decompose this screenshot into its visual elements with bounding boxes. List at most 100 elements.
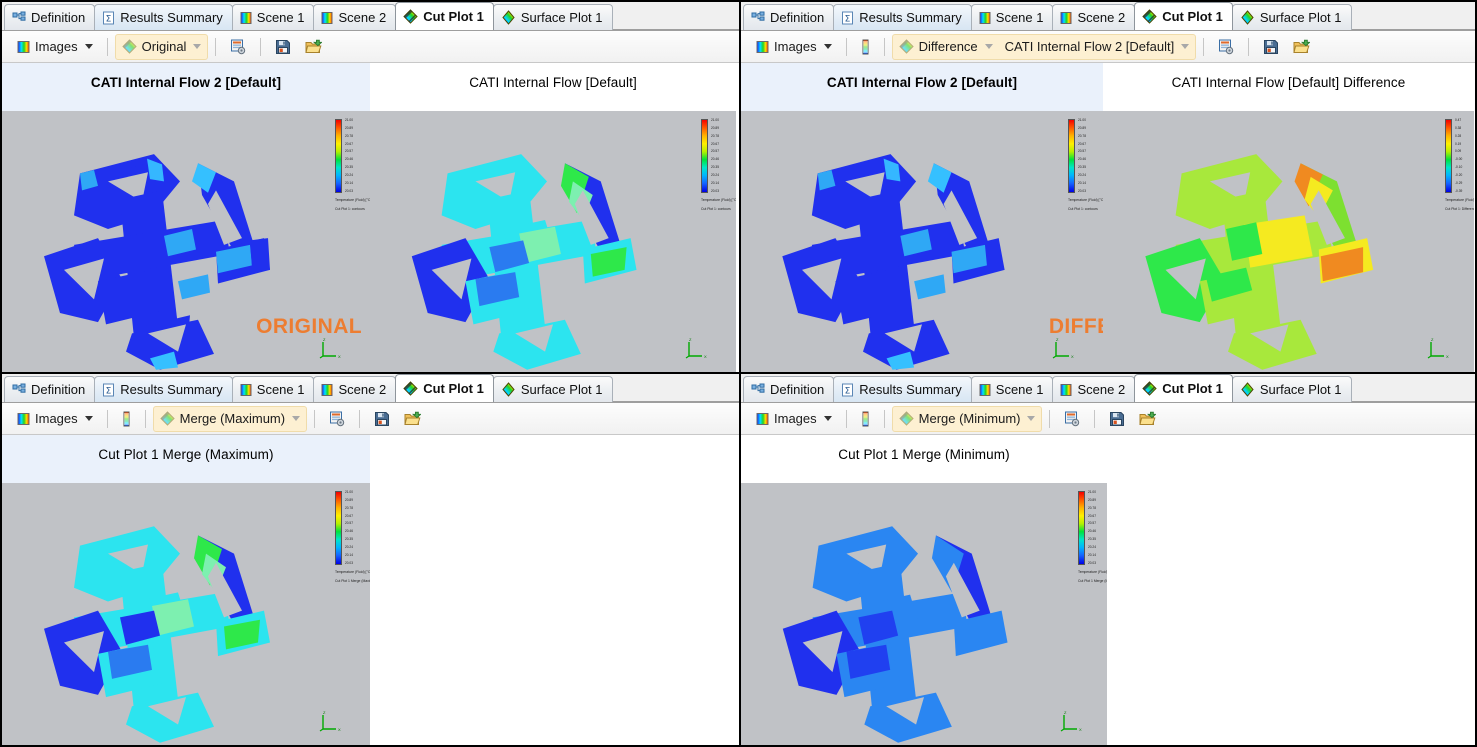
- color-legend: 0.47 0.38 0.28 0.19 0.09 -0.00 -0.10 -0.…: [1445, 118, 1474, 211]
- mode-dropdown[interactable]: Original: [114, 33, 209, 60]
- tab-strip: Definition Σ Results Summary Scene 1 Sce…: [2, 374, 739, 403]
- images-button[interactable]: Images: [749, 406, 839, 432]
- tab-surface-plot-1[interactable]: Surface Plot 1: [492, 4, 613, 30]
- tab-scene-1[interactable]: Scene 1: [231, 376, 315, 402]
- tab-label: Scene 2: [1077, 10, 1126, 25]
- viewport-right[interactable]: CATI Internal Flow [Default] 21.00 20.89…: [370, 63, 736, 372]
- open-button[interactable]: [298, 34, 329, 60]
- images-button[interactable]: Images: [10, 406, 100, 432]
- tab-cut-plot-1[interactable]: Cut Plot 1: [1134, 374, 1233, 402]
- color-legend: 21.00 20.89 20.78 20.67 20.57 20.46 20.3…: [1078, 490, 1107, 583]
- plot-toolbar: Images Original: [2, 31, 739, 63]
- tab-definition[interactable]: Definition: [4, 376, 96, 402]
- colorbar-title: Temperature (Fluid) [°C]: [1078, 570, 1107, 574]
- svg-text:X: X: [338, 354, 341, 359]
- viewport-canvas[interactable]: 21.00 20.89 20.78 20.67 20.57 20.46 20.3…: [741, 483, 1107, 745]
- source-label: CATI Internal Flow 2 [Default]: [1004, 39, 1175, 54]
- images-label: Images: [35, 39, 78, 54]
- colorbar-button[interactable]: [854, 34, 877, 60]
- tab-label: Definition: [31, 10, 86, 25]
- tab-results-summary[interactable]: Σ Results Summary: [94, 376, 233, 402]
- tab-scene-2[interactable]: Scene 2: [313, 4, 397, 30]
- sigma-document-icon: Σ: [102, 11, 115, 25]
- tab-results-summary[interactable]: Σ Results Summary: [833, 4, 972, 30]
- save-button[interactable]: [1102, 406, 1132, 432]
- colorbar-button[interactable]: [115, 406, 138, 432]
- plot-settings-button[interactable]: [1211, 34, 1241, 60]
- colorbar-strip: [335, 119, 342, 193]
- open-folder-icon: [1293, 39, 1312, 55]
- tab-cut-plot-1[interactable]: Cut Plot 1: [395, 374, 494, 402]
- toolbar-separator: [260, 37, 262, 56]
- plot-settings-button[interactable]: [1057, 406, 1087, 432]
- open-button[interactable]: [1286, 34, 1317, 60]
- viewport-canvas[interactable]: 21.00 20.89 20.78 20.67 20.57 20.46 20.3…: [741, 111, 1103, 372]
- chevron-down-icon: [84, 44, 93, 49]
- tab-surface-plot-1[interactable]: Surface Plot 1: [1231, 376, 1352, 402]
- viewport-canvas[interactable]: 21.00 20.89 20.78 20.67 20.57 20.46 20.3…: [2, 111, 370, 372]
- colorbar-button[interactable]: [854, 406, 877, 432]
- tab-label: Surface Plot 1: [520, 382, 603, 397]
- plot-settings-button[interactable]: [322, 406, 352, 432]
- plot-settings-button[interactable]: [223, 34, 253, 60]
- tab-cut-plot-1[interactable]: Cut Plot 1: [1134, 2, 1233, 30]
- mode-label: Merge (Maximum): [179, 411, 286, 426]
- svg-text:Σ: Σ: [106, 14, 112, 24]
- viewport-right-empty: [1107, 435, 1472, 745]
- open-folder-icon: [1139, 411, 1158, 427]
- tab-scene-1[interactable]: Scene 1: [231, 4, 315, 30]
- tab-results-summary[interactable]: Σ Results Summary: [94, 4, 233, 30]
- colorbar-subtitle: Cut Plot 1: contours: [1068, 207, 1098, 211]
- colorbar-title: Temperature (Fluid) [°C]: [335, 570, 370, 574]
- tab-surface-plot-1[interactable]: Surface Plot 1: [492, 376, 613, 402]
- viewport-title: Cut Plot 1 Merge (Maximum): [98, 447, 274, 462]
- toolbar-separator: [359, 409, 361, 428]
- viewport-canvas[interactable]: 21.00 20.89 20.78 20.67 20.57 20.46 20.3…: [370, 111, 736, 372]
- plot-body: CATI Internal Flow 2 [Default] 21.00 20.…: [741, 63, 1475, 372]
- tab-label: Cut Plot 1: [1162, 9, 1223, 24]
- viewport-canvas[interactable]: 0.47 0.38 0.28 0.19 0.09 -0.00 -0.10 -0.…: [1103, 111, 1474, 372]
- tab-definition[interactable]: Definition: [743, 376, 835, 402]
- plot-settings-icon: [1064, 411, 1080, 427]
- rainbow-bar-icon: [756, 412, 769, 426]
- mode-dropdown[interactable]: Difference CATI Internal Flow 2 [Default…: [891, 33, 1197, 60]
- save-button[interactable]: [1256, 34, 1286, 60]
- tab-results-summary[interactable]: Σ Results Summary: [833, 376, 972, 402]
- viewport-canvas[interactable]: 21.00 20.89 20.78 20.67 20.57 20.46 20.3…: [2, 483, 370, 745]
- rainbow-bar-icon: [1060, 11, 1072, 25]
- viewport-left[interactable]: Cut Plot 1 Merge (Maximum) 21.00 20.89 2…: [2, 435, 370, 745]
- colorbar-subtitle: Cut Plot 1: contours: [701, 207, 731, 211]
- colorbar-strip: [1445, 119, 1452, 193]
- panel-annotation: DIFFERENCE: [1048, 315, 1103, 339]
- mode-dropdown[interactable]: Merge (Maximum): [152, 405, 308, 432]
- open-button[interactable]: [397, 406, 428, 432]
- viewport-right[interactable]: CATI Internal Flow [Default] Difference: [1103, 63, 1474, 372]
- tab-definition[interactable]: Definition: [743, 4, 835, 30]
- viewport-left[interactable]: CATI Internal Flow 2 [Default] 21.00 20.…: [2, 63, 370, 372]
- rainbow-bar-icon: [979, 383, 991, 397]
- tab-cut-plot-1[interactable]: Cut Plot 1: [395, 2, 494, 30]
- pinwheel-manifold-geometry: [1145, 154, 1374, 370]
- tab-scene-2[interactable]: Scene 2: [313, 376, 397, 402]
- images-button[interactable]: Images: [749, 34, 839, 60]
- save-button[interactable]: [268, 34, 298, 60]
- tab-strip-filler: [1350, 375, 1475, 402]
- open-button[interactable]: [1132, 406, 1163, 432]
- mode-dropdown[interactable]: Merge (Minimum): [891, 405, 1043, 432]
- images-button[interactable]: Images: [10, 34, 100, 60]
- colorbar-subtitle: Cut Plot 1 Merge (Maximum): [335, 579, 370, 583]
- tab-surface-plot-1[interactable]: Surface Plot 1: [1231, 4, 1352, 30]
- pinwheel-manifold-geometry: [44, 154, 270, 370]
- tab-definition[interactable]: Definition: [4, 4, 96, 30]
- definition-icon: [12, 383, 26, 397]
- tab-scene-2[interactable]: Scene 2: [1052, 4, 1136, 30]
- save-button[interactable]: [367, 406, 397, 432]
- tab-scene-1[interactable]: Scene 1: [970, 4, 1054, 30]
- tab-scene-2[interactable]: Scene 2: [1052, 376, 1136, 402]
- tab-scene-1[interactable]: Scene 1: [970, 376, 1054, 402]
- surface-plot-diamond-icon: [501, 10, 516, 25]
- svg-text:Z: Z: [1431, 337, 1434, 342]
- cut-plot-diamond-icon: [1142, 381, 1157, 396]
- viewport-left[interactable]: CATI Internal Flow 2 [Default] 21.00 20.…: [741, 63, 1103, 372]
- viewport-left[interactable]: Cut Plot 1 Merge (Minimum) 21.00 20.89 2…: [741, 435, 1107, 745]
